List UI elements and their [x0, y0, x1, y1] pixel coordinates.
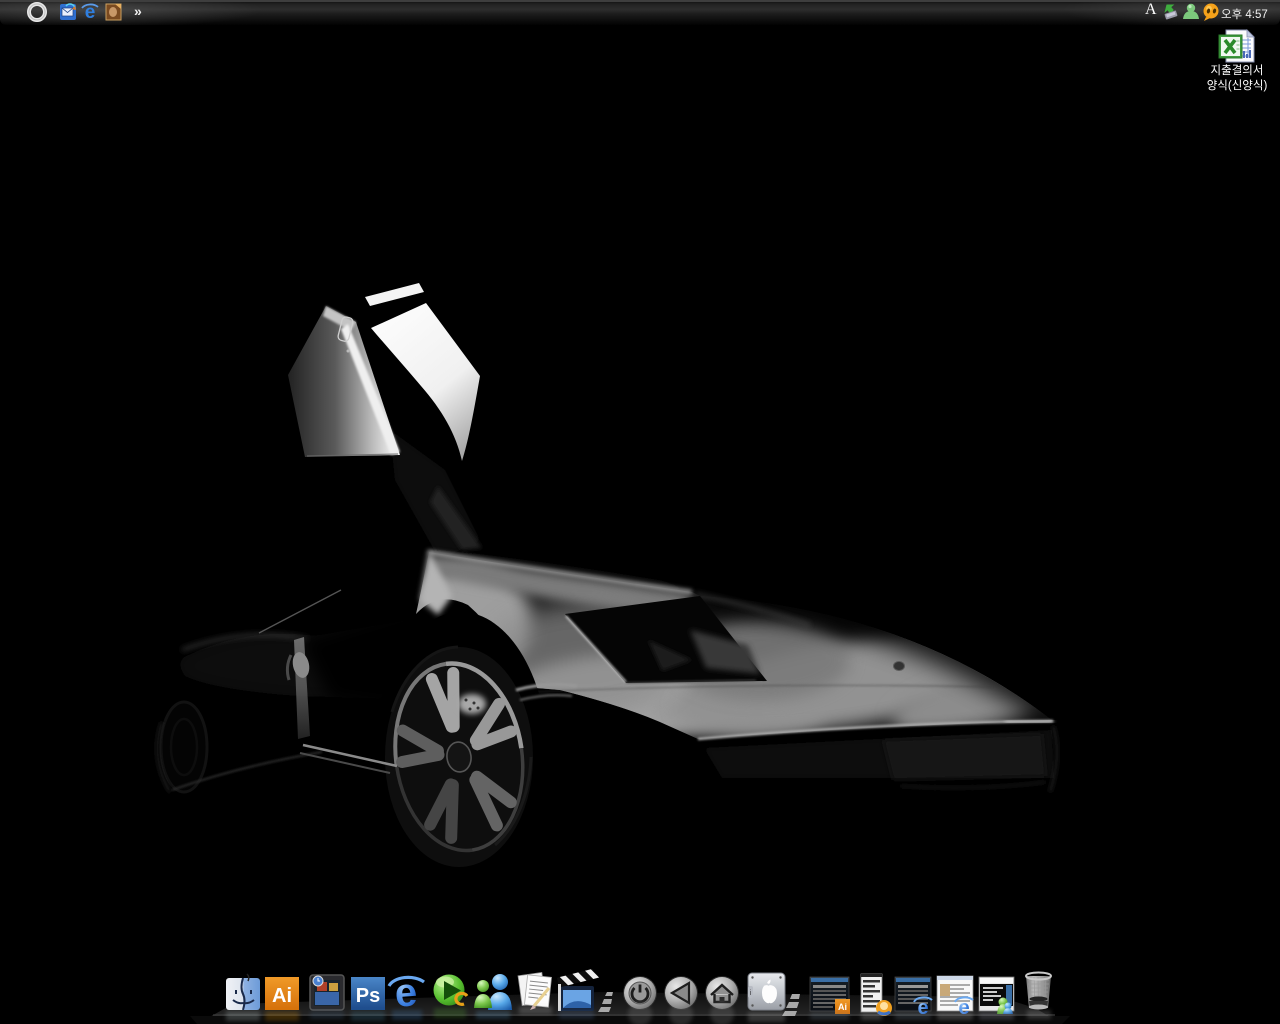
svg-text:Ai: Ai [838, 1002, 847, 1012]
svg-text:Ps: Ps [356, 985, 380, 1007]
svg-text:Ai: Ai [272, 985, 292, 1007]
